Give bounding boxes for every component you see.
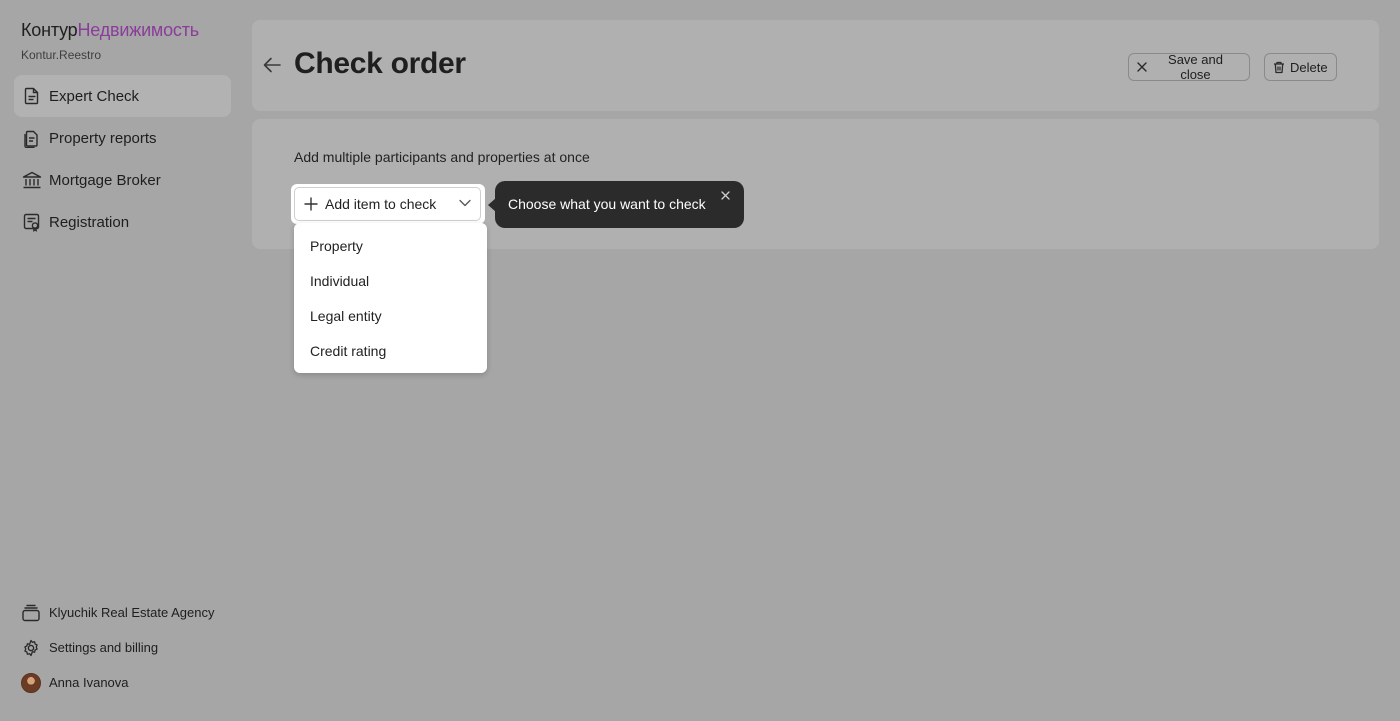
organization-icon: [21, 603, 41, 623]
header-card: Check order Save and close Delete: [252, 20, 1379, 111]
user-profile[interactable]: Anna Ivanova: [21, 665, 246, 700]
tooltip-text: Choose what you want to check: [508, 196, 706, 212]
content-hint: Add multiple participants and properties…: [294, 149, 590, 165]
brand-logo[interactable]: КонтурНедвижимость: [21, 20, 199, 41]
brand-primary: Контур: [21, 20, 78, 40]
add-item-button[interactable]: Add item to check: [294, 187, 481, 221]
organization-link[interactable]: Klyuchik Real Estate Agency: [21, 595, 246, 630]
user-name: Anna Ivanova: [49, 675, 129, 690]
sidebar-item-label: Registration: [49, 213, 130, 231]
add-item-highlight: Add item to check: [291, 184, 485, 224]
chevron-down-icon: [459, 199, 471, 207]
sidebar-nav: Expert Check Property reports Mortgage B…: [14, 75, 231, 243]
add-item-label: Add item to check: [325, 196, 437, 212]
sidebar-item-label: Expert Check: [49, 87, 140, 105]
page-title: Check order: [294, 47, 466, 80]
sidebar-item-expert-check[interactable]: Expert Check: [14, 75, 231, 117]
add-item-dropdown-menu: Property Individual Legal entity Credit …: [294, 223, 487, 373]
delete-label: Delete: [1290, 59, 1328, 75]
document-icon: [22, 86, 42, 106]
report-icon: [22, 128, 42, 148]
plus-icon: [304, 197, 318, 211]
menu-item-individual[interactable]: Individual: [294, 263, 487, 298]
settings-label: Settings and billing: [49, 640, 159, 655]
organization-name: Klyuchik Real Estate Agency: [49, 605, 215, 620]
trash-icon: [1273, 61, 1285, 74]
close-icon: [720, 190, 730, 200]
menu-item-credit-rating[interactable]: Credit rating: [294, 333, 487, 368]
sidebar-footer: Klyuchik Real Estate Agency Settings and…: [21, 595, 246, 700]
menu-item-property[interactable]: Property: [294, 228, 487, 263]
tooltip-close-button[interactable]: [719, 189, 731, 201]
settings-billing-link[interactable]: Settings and billing: [21, 630, 246, 665]
sidebar-item-label: Mortgage Broker: [49, 171, 161, 189]
brand-subtitle: Kontur.Reestro: [21, 48, 102, 62]
sidebar-item-mortgage-broker[interactable]: Mortgage Broker: [14, 159, 231, 201]
sidebar-item-property-reports[interactable]: Property reports: [14, 117, 231, 159]
avatar: [21, 672, 41, 693]
back-button[interactable]: [261, 54, 283, 76]
save-and-close-button[interactable]: Save and close: [1128, 52, 1250, 82]
hint-tooltip: Choose what you want to check: [488, 181, 744, 228]
brand-secondary: Недвижимость: [77, 20, 200, 40]
delete-button[interactable]: Delete: [1264, 53, 1337, 81]
close-icon: [1137, 62, 1147, 72]
certificate-icon: [22, 212, 42, 232]
sidebar: КонтурНедвижимость Kontur.Reestro Expert…: [0, 0, 252, 721]
arrow-left-icon: [263, 57, 281, 73]
sidebar-item-label: Property reports: [49, 129, 157, 147]
menu-item-legal-entity[interactable]: Legal entity: [294, 298, 487, 333]
gear-icon: [21, 638, 41, 658]
save-and-close-label: Save and close: [1168, 52, 1223, 82]
bank-icon: [22, 170, 42, 190]
sidebar-item-registration[interactable]: Registration: [14, 201, 231, 243]
